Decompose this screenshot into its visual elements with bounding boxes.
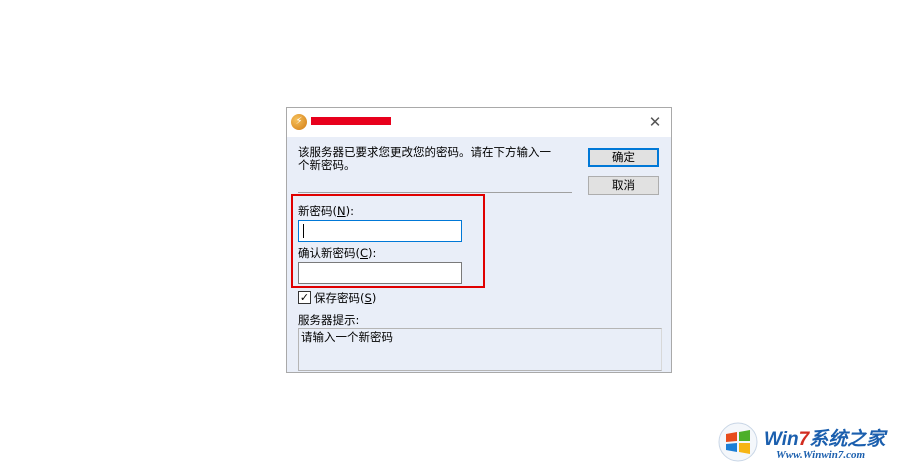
ok-button[interactable]: 确定 xyxy=(588,148,659,167)
watermark: Win7系统之家 Www.Winwin7.com xyxy=(714,418,910,466)
server-hint-label: 服务器提示: xyxy=(298,313,360,327)
server-hint-text: 请输入一个新密码 xyxy=(301,330,393,344)
new-password-label: 新密码(N): xyxy=(298,204,354,218)
app-icon: ⚡ xyxy=(291,114,307,130)
new-password-field[interactable] xyxy=(298,220,462,242)
dialog-title-redacted xyxy=(311,117,391,125)
windows-logo-icon xyxy=(718,422,758,462)
watermark-brand: Win7系统之家 xyxy=(764,429,886,450)
close-icon[interactable]: ✕ xyxy=(647,113,663,131)
separator xyxy=(298,192,572,193)
cancel-button[interactable]: 取消 xyxy=(588,176,659,195)
watermark-url: Www.Winwin7.com xyxy=(776,449,866,461)
text-caret xyxy=(303,224,304,238)
server-hint-box: 请输入一个新密码 xyxy=(298,328,662,371)
dialog-titlebar: ⚡ ✕ xyxy=(287,108,671,137)
save-password-checkbox[interactable]: ✓ xyxy=(298,291,311,304)
save-password-label[interactable]: 保存密码(S) xyxy=(314,291,376,305)
dialog-message: 该服务器已要求您更改您的密码。请在下方输入一 个新密码。 xyxy=(298,146,568,172)
message-line-2: 个新密码。 xyxy=(298,158,356,172)
change-password-dialog: ⚡ ✕ 该服务器已要求您更改您的密码。请在下方输入一 个新密码。 确定 取消 新… xyxy=(286,107,672,373)
confirm-password-label: 确认新密码(C): xyxy=(298,246,377,260)
confirm-password-field[interactable] xyxy=(298,262,462,284)
